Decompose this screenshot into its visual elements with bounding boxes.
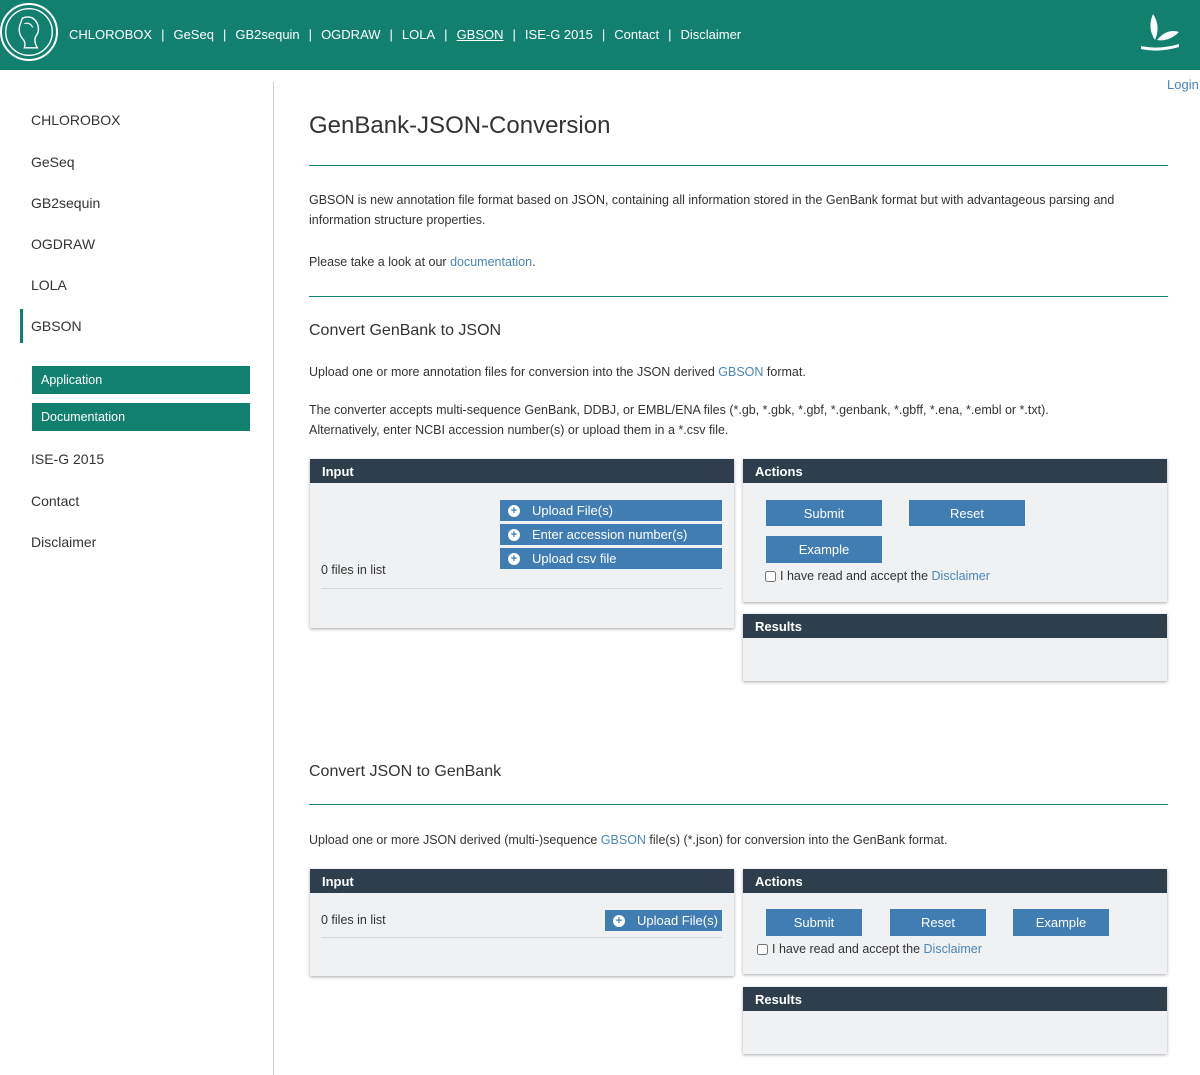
title-divider (309, 165, 1168, 166)
sidebar-active-indicator (20, 309, 23, 343)
section2-submit-button[interactable]: Submit (766, 909, 862, 936)
section2-upload-prefix: Upload one or more JSON derived (multi-)… (309, 833, 601, 847)
sidebar-item-gb2sequin[interactable]: GB2sequin (31, 195, 100, 211)
upload-csv-label: Upload csv file (532, 551, 617, 566)
section2-example-button[interactable]: Example (1013, 909, 1109, 936)
section2-input-panel: Input 0 files in list + Upload File(s) (310, 869, 734, 976)
section1-upload-suffix: format. (763, 365, 806, 379)
enter-accession-label: Enter accession number(s) (532, 527, 688, 542)
section1-enter-accession-button[interactable]: + Enter accession number(s) (500, 524, 722, 545)
section2-actions-panel: Actions Submit Reset Example I have read… (743, 869, 1167, 974)
section1-input-divider (321, 588, 722, 589)
section-divider (309, 296, 1168, 297)
upload-files-label: Upload File(s) (532, 503, 613, 518)
section2-results-panel: Results (743, 987, 1167, 1054)
top-nav: CHLOROBOX | GeSeq | GB2sequin | OGDRAW | LOL… (69, 24, 741, 44)
section1-title: Convert GenBank to JSON (309, 322, 502, 339)
doc-suffix-text: . (532, 255, 536, 269)
max-planck-logo-icon[interactable] (0, 3, 58, 61)
nav-separator: | (161, 26, 165, 42)
section1-results-header: Results (743, 614, 1167, 638)
section1-upload-text: Upload one or more annotation files for … (309, 362, 1168, 382)
section1-accepts-line1: The converter accepts multi-sequence Gen… (309, 403, 1049, 417)
section2-results-header: Results (743, 987, 1167, 1011)
section2-upload-files-button[interactable]: + Upload File(s) (605, 910, 722, 931)
topnav-chlorobox[interactable]: CHLOROBOX (69, 27, 152, 42)
nav-separator: | (512, 26, 516, 42)
sidebar-item-iseg-2015[interactable]: ISE-G 2015 (31, 451, 104, 467)
section1-submit-button[interactable]: Submit (766, 500, 882, 526)
sidebar-divider (273, 82, 274, 1075)
plus-circle-icon: + (508, 504, 520, 517)
sidebar-item-gbson[interactable]: GBSON (31, 318, 82, 334)
section2-accept-checkbox[interactable] (757, 943, 768, 955)
section2-actions-header: Actions (743, 869, 1167, 893)
login-link[interactable]: Login (1167, 77, 1199, 92)
nav-separator: | (601, 26, 606, 42)
section1-accept-row: I have read and accept the Disclaimer (765, 569, 990, 583)
nav-separator: | (444, 26, 448, 42)
section1-accept-checkbox[interactable] (765, 570, 776, 582)
section1-files-count: 0 files in list (321, 563, 386, 577)
section2-title: Convert JSON to GenBank (309, 763, 502, 780)
section1-upload-csv-button[interactable]: + Upload csv file (500, 548, 722, 569)
sidebar-item-lola[interactable]: LOLA (31, 277, 67, 293)
upload-files-label: Upload File(s) (637, 913, 718, 928)
sidebar-subitem-application[interactable]: Application (32, 366, 250, 394)
nav-separator: | (668, 26, 672, 42)
section2-reset-button[interactable]: Reset (890, 909, 986, 936)
section1-accepts-line2: Alternatively, enter NCBI accession numb… (309, 423, 729, 437)
page-title: GenBank-JSON-Conversion (309, 112, 611, 139)
section1-reset-button[interactable]: Reset (909, 500, 1025, 526)
sidebar-subitem-documentation[interactable]: Documentation (32, 403, 250, 431)
section1-actions-header: Actions (743, 459, 1167, 483)
topnav-geseq[interactable]: GeSeq (173, 27, 213, 42)
section1-actions-panel: Actions Submit Reset Example I have read… (743, 459, 1167, 602)
nav-separator: | (308, 26, 313, 42)
section1-disclaimer-link[interactable]: Disclaimer (932, 569, 990, 583)
leaf-logo-icon[interactable] (1137, 10, 1183, 52)
section1-accept-text: I have read and accept the (780, 569, 929, 583)
section1-results-panel: Results (743, 614, 1167, 681)
nav-separator: | (222, 26, 227, 42)
plus-circle-icon: + (613, 914, 625, 927)
section1-input-header: Input (310, 459, 734, 483)
topnav-contact[interactable]: Contact (614, 27, 659, 42)
section2-accept-row: I have read and accept the Disclaimer (757, 942, 982, 956)
plus-circle-icon: + (508, 552, 520, 565)
section2-accept-text: I have read and accept the (772, 942, 921, 956)
section2-upload-suffix: file(s) (*.json) for conversion into the… (645, 833, 948, 847)
documentation-note: Please take a look at our documentation. (309, 252, 1168, 272)
plus-circle-icon: + (508, 528, 520, 541)
top-header: CHLOROBOX | GeSeq | GB2sequin | OGDRAW | LOL… (0, 0, 1200, 70)
section1-upload-prefix: Upload one or more annotation files for … (309, 365, 719, 379)
sidebar-item-chlorobox[interactable]: CHLOROBOX (31, 112, 120, 128)
section2-upload-text: Upload one or more JSON derived (multi-)… (309, 830, 1168, 850)
section2-input-divider (321, 937, 722, 938)
doc-prefix-text: Please take a look at our (309, 255, 451, 269)
section2-disclaimer-link[interactable]: Disclaimer (924, 942, 982, 956)
section1-example-button[interactable]: Example (766, 536, 882, 563)
section1-upload-files-button[interactable]: + Upload File(s) (500, 500, 722, 521)
section2-gbson-link[interactable]: GBSON (601, 833, 646, 847)
documentation-link[interactable]: documentation (450, 255, 532, 269)
nav-separator: | (389, 26, 393, 42)
topnav-gbson[interactable]: GBSON (457, 27, 504, 42)
topnav-gb2sequin[interactable]: GB2sequin (235, 27, 299, 42)
sidebar-item-contact[interactable]: Contact (31, 493, 79, 509)
sidebar-item-ogdraw[interactable]: OGDRAW (31, 236, 95, 252)
topnav-lola[interactable]: LOLA (402, 27, 435, 42)
section1-gbson-link[interactable]: GBSON (718, 365, 763, 379)
section2-files-count: 0 files in list (321, 913, 386, 927)
topnav-disclaimer[interactable]: Disclaimer (680, 27, 741, 42)
intro-text: GBSON is new annotation file format base… (309, 193, 1115, 227)
section1-input-panel: Input + Upload File(s) + Enter accession n… (310, 459, 734, 628)
sidebar-item-geseq[interactable]: GeSeq (31, 154, 75, 170)
sidebar-item-disclaimer[interactable]: Disclaimer (31, 534, 96, 550)
topnav-ogdraw[interactable]: OGDRAW (321, 27, 380, 42)
section2-divider (309, 804, 1168, 805)
section2-input-header: Input (310, 869, 734, 893)
topnav-iseg-2015[interactable]: ISE-G 2015 (525, 27, 593, 42)
